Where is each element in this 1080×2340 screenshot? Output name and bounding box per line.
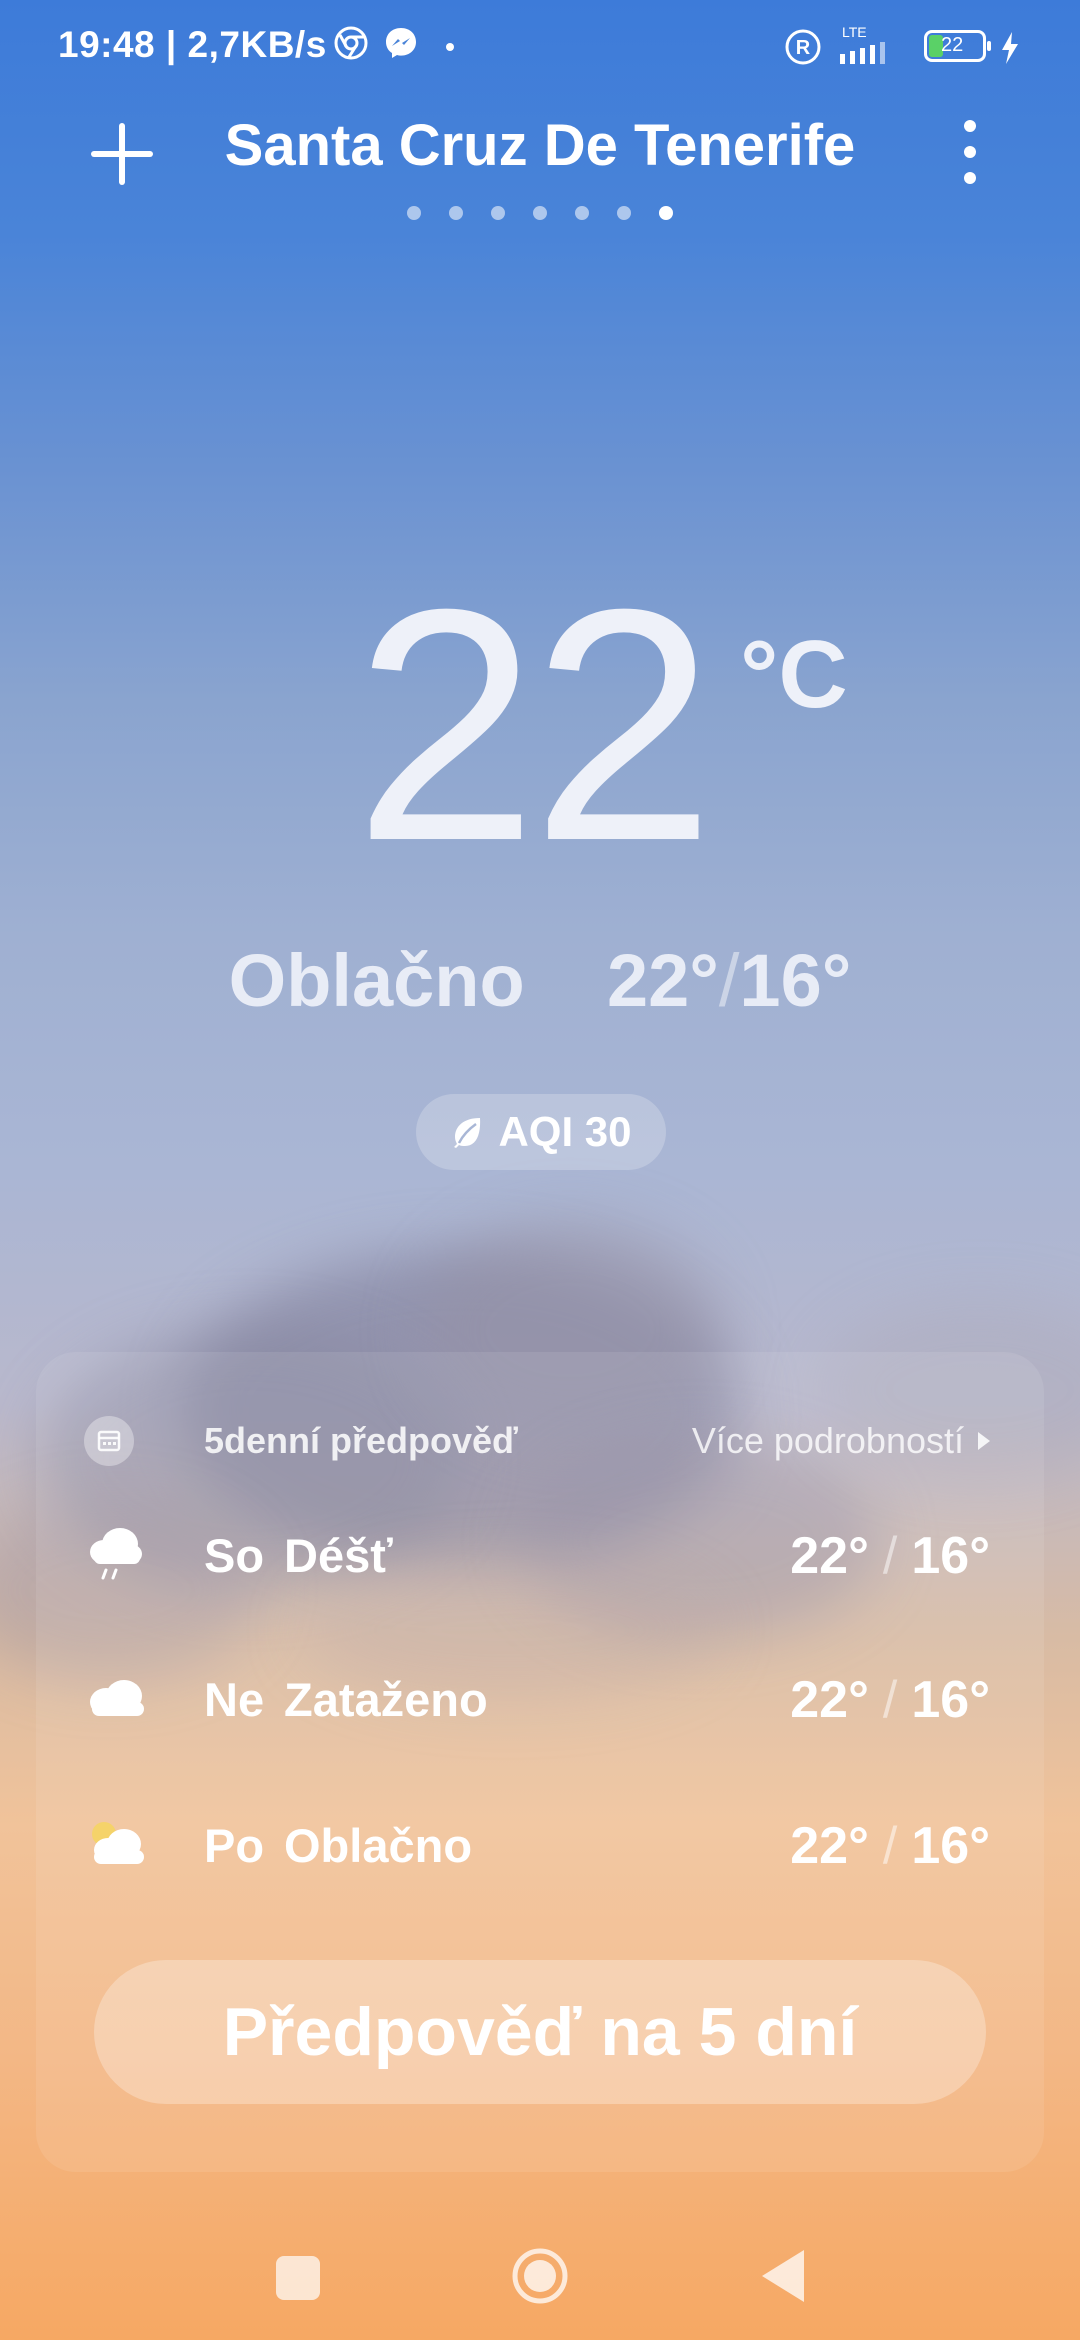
page-dot[interactable] bbox=[449, 206, 463, 220]
add-city-button[interactable] bbox=[86, 118, 158, 190]
forecast-desc: Déšť bbox=[284, 1529, 393, 1582]
battery-icon: 22 bbox=[924, 30, 991, 62]
forecast-row[interactable]: So Déšť 22°/16° bbox=[84, 1514, 996, 1594]
forecast-card: 5denní předpověď Více podrobností So Déš… bbox=[36, 1352, 1044, 2172]
weather-screen: 19:48 | 2,7KB/s R LTE 22 Santa Cruz De T… bbox=[0, 0, 1080, 2340]
messenger-icon bbox=[386, 28, 416, 58]
current-condition: Oblačno bbox=[228, 939, 525, 1022]
forecast-desc: Zataženo bbox=[284, 1673, 488, 1726]
forecast-row[interactable]: Po Oblačno 22°/16° bbox=[84, 1804, 996, 1884]
page-indicator bbox=[0, 206, 1080, 220]
forecast-temps: 22°/16° bbox=[790, 1671, 990, 1729]
temperature-unit: °C bbox=[740, 621, 848, 728]
forecast-low: 16° bbox=[911, 1527, 990, 1585]
more-options-button[interactable] bbox=[948, 116, 992, 190]
forecast-temps: 22°/16° bbox=[790, 1817, 990, 1875]
forecast-day: So bbox=[204, 1529, 265, 1582]
chrome-icon bbox=[334, 26, 368, 60]
current-temperature: 22 bbox=[354, 540, 715, 909]
forecast-title: 5denní předpověď bbox=[204, 1420, 518, 1461]
roaming-icon: R bbox=[785, 29, 821, 65]
current-low: 16° bbox=[739, 939, 852, 1022]
page-dot[interactable] bbox=[575, 206, 589, 220]
forecast-row[interactable]: Ne Zataženo 22°/16° bbox=[84, 1658, 996, 1738]
page-dot-active[interactable] bbox=[659, 206, 673, 220]
aqi-badge[interactable]: AQI 30 bbox=[416, 1094, 666, 1170]
high-low-separator: / bbox=[718, 939, 740, 1022]
recent-apps-button[interactable] bbox=[276, 2256, 320, 2300]
network-type-label: LTE bbox=[842, 24, 867, 40]
page-dot[interactable] bbox=[491, 206, 505, 220]
forecast-high: 22° bbox=[790, 1527, 869, 1585]
rain-cloud-icon bbox=[90, 1528, 142, 1580]
more-details-link[interactable]: Více podrobností bbox=[692, 1420, 990, 1462]
battery-level: 22 bbox=[941, 34, 964, 56]
current-high: 22° bbox=[606, 939, 719, 1022]
navigation-bar bbox=[0, 2220, 1080, 2340]
calendar-icon bbox=[84, 1416, 134, 1466]
forecast-day: Ne bbox=[204, 1673, 265, 1726]
notification-dot-icon bbox=[446, 43, 454, 51]
svg-text:R: R bbox=[796, 37, 811, 59]
leaf-icon bbox=[454, 1118, 481, 1148]
status-bar: 19:48 | 2,7KB/s R LTE 22 bbox=[0, 0, 1080, 96]
forecast-desc: Oblačno bbox=[284, 1819, 473, 1872]
charging-icon bbox=[1002, 32, 1018, 64]
forecast-low: 16° bbox=[911, 1671, 990, 1729]
forecast-high: 22° bbox=[790, 1671, 869, 1729]
forecast-day: Po bbox=[204, 1819, 265, 1872]
forecast-card-header: 5denní předpověď Více podrobností bbox=[84, 1412, 996, 1472]
forecast-low: 16° bbox=[911, 1817, 990, 1875]
chevron-right-icon bbox=[978, 1432, 990, 1450]
five-day-forecast-button[interactable]: Předpověď na 5 dní bbox=[94, 1960, 986, 2104]
status-time-speed: 19:48 | 2,7KB/s bbox=[58, 24, 327, 65]
condition-line: Oblačno 22°/16° bbox=[0, 938, 1080, 1023]
page-dot[interactable] bbox=[533, 206, 547, 220]
city-title: Santa Cruz De Tenerife bbox=[224, 113, 856, 178]
back-button[interactable] bbox=[760, 2248, 806, 2304]
partly-cloudy-icon bbox=[92, 1822, 144, 1864]
page-dot[interactable] bbox=[617, 206, 631, 220]
cloud-icon bbox=[90, 1680, 144, 1716]
signal-icon bbox=[840, 42, 885, 64]
more-details-label: Více podrobností bbox=[691, 1420, 964, 1461]
forecast-high: 22° bbox=[790, 1817, 869, 1875]
home-button[interactable] bbox=[510, 2246, 570, 2306]
forecast-temps: 22°/16° bbox=[790, 1527, 990, 1585]
aqi-label: AQI 30 bbox=[498, 1108, 632, 1155]
page-dot[interactable] bbox=[407, 206, 421, 220]
